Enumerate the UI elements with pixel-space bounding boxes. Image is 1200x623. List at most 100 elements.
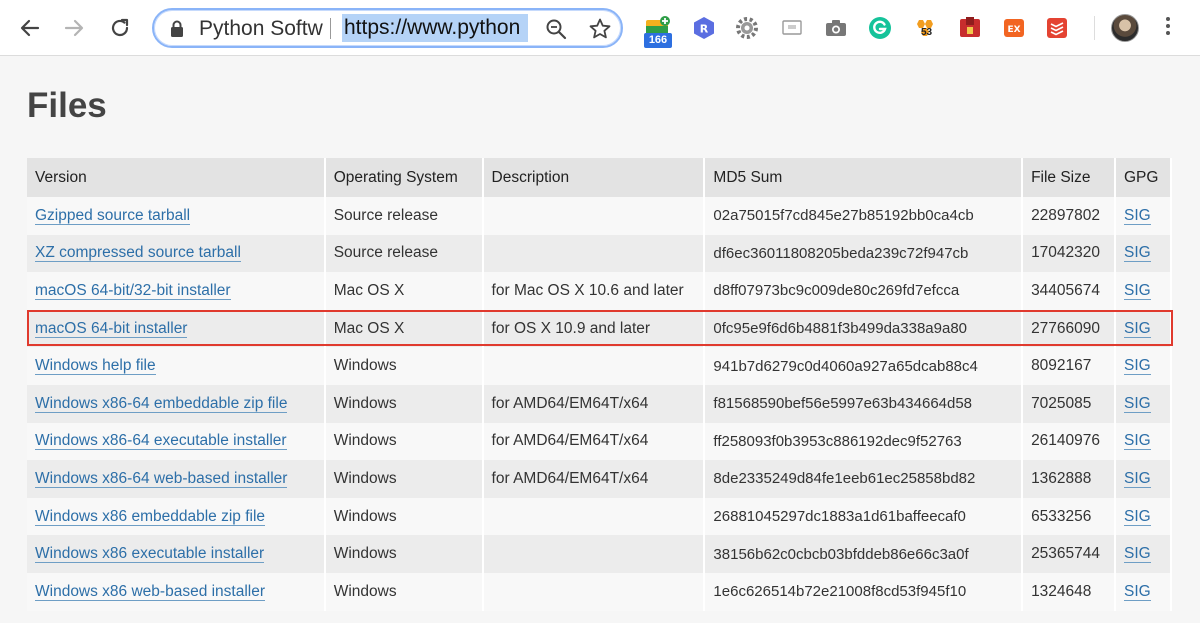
download-link[interactable]: macOS 64-bit/32-bit installer [35,281,231,300]
camera-icon [826,20,846,36]
download-link[interactable]: Windows x86 executable installer [35,545,265,564]
sig-link[interactable]: SIG [1124,281,1151,300]
todoist-icon [1047,18,1067,38]
page-title: Files [27,86,107,125]
gear-icon [736,17,758,39]
header-gpg: GPG [1115,158,1172,197]
cell-size: 8092167 [1022,347,1116,385]
cell-os: Windows [324,384,484,423]
sig-link[interactable]: SIG [1124,582,1151,601]
cell-os: Windows [333,432,397,450]
sig-link[interactable]: SIG [1124,432,1151,451]
download-link[interactable]: Windows x86-64 embeddable zip file [35,394,288,413]
sig-link[interactable]: SIG [1124,244,1151,263]
table-row: Windows x86 executable installer Windows 3… [27,535,1172,573]
address-bar[interactable]: Python Softw https://www.python [152,8,623,48]
cell-md5: 26881045297dc1883a1d61baffeecaf0 [713,508,966,526]
cell-os: Source release [324,197,484,235]
sig-link[interactable]: SIG [1124,357,1151,376]
cell-md5: 38156b62c0cbcb03bfddeb86e66c3a0f [704,535,1024,573]
cell-os: Mac OS X [333,281,405,299]
extension-r[interactable]: R [688,12,720,44]
cell-md5: f81568590bef56e5997e63b434664d58 [713,395,973,413]
sig-link[interactable]: SIG [1124,545,1151,564]
sig-link[interactable]: SIG [1124,507,1151,526]
cell-size: 22897802 [1022,197,1116,235]
hexagon-r-icon: R [694,17,714,39]
cell-md5: d8ff07973bc9c009de80c269fd7efcca [713,282,960,300]
extension-settings[interactable] [731,12,763,44]
cell-description: for AMD64/EM64T/x64 [482,384,706,423]
header-md5: MD5 Sum [704,158,1024,197]
cell-gpg: SIG [1115,572,1172,611]
cell-size: 26140976 [1031,432,1101,450]
download-link[interactable]: Windows x86 embeddable zip file [35,507,266,526]
arrow-right-icon [64,19,84,37]
sig-link[interactable]: SIG [1124,469,1151,488]
extension-todoist[interactable] [1041,12,1073,44]
table-row: Windows x86 embeddable zip file Windows 26… [27,497,1172,536]
site-identity[interactable]: Python Softw [199,17,324,41]
cell-size: 34405674 [1022,272,1116,310]
forward-button[interactable] [58,12,90,44]
cell-gpg: SIG [1115,197,1172,235]
extension-grammarly[interactable] [864,12,896,44]
download-link[interactable]: macOS 64-bit installer [35,319,188,338]
cell-size: 6533256 [1031,507,1092,525]
extension-ex[interactable]: EX [998,12,1030,44]
files-table: Version Operating System Description MD5… [27,158,1172,611]
sig-link[interactable]: SIG [1124,319,1151,338]
cell-description [482,497,706,536]
cell-description [482,535,706,573]
back-button[interactable] [14,12,46,44]
cell-version: Windows x86-64 embeddable zip file [27,384,326,423]
cell-description: for Mac OS X 10.6 and later [482,272,706,310]
cell-version: Windows x86 executable installer [27,535,326,573]
grammarly-icon [869,17,891,39]
zoom-icon[interactable] [545,18,567,40]
browser-menu-button[interactable] [1160,14,1176,42]
table-row: Windows x86 web-based installer Windows 1e… [27,572,1172,611]
header-description: Description [482,158,706,197]
svg-text:EX: EX [1007,25,1020,35]
menu-dot-icon [1166,31,1170,35]
extension-screen[interactable] [776,12,808,44]
cell-version: Windows x86 web-based installer [27,572,326,611]
cell-md5: f81568590bef56e5997e63b434664d58 [704,384,1024,423]
cell-os: Mac OS X [324,272,484,310]
cell-description: for AMD64/EM64T/x64 [491,469,649,487]
reload-button[interactable] [104,12,136,44]
cell-os: Windows [333,582,397,600]
cell-description: for AMD64/EM64T/x64 [491,394,649,412]
cell-md5: 26881045297dc1883a1d61baffeecaf0 [704,497,1024,536]
cell-size: 7025085 [1022,384,1116,423]
download-link[interactable]: Windows help file [35,357,156,376]
cell-size: 17042320 [1031,244,1101,262]
cell-gpg: SIG [1115,497,1172,536]
cell-version: Windows x86-64 executable installer [27,422,326,461]
cell-md5: d8ff07973bc9c009de80c269fd7efcca [704,272,1024,310]
monitor-icon [782,20,802,35]
table-row: Windows x86-64 executable installer Windo… [27,422,1172,461]
bookmark-star-icon[interactable] [588,17,612,41]
cell-size: 26140976 [1022,422,1116,461]
extension-lastpass[interactable] [954,12,986,44]
cell-size: 1324648 [1022,572,1116,611]
download-link[interactable]: Windows x86-64 web-based installer [35,469,288,488]
cell-md5: 941b7d6279c0d4060a927a65dcab88c4 [713,357,978,375]
download-link[interactable]: Windows x86-64 executable installer [35,432,287,451]
extension-screenshot[interactable] [820,12,852,44]
sig-link[interactable]: SIG [1124,206,1151,225]
profile-avatar[interactable] [1111,14,1139,42]
cell-size: 22897802 [1031,206,1101,224]
download-link[interactable]: XZ compressed source tarball [35,244,241,263]
download-link[interactable]: Windows x86 web-based installer [35,582,266,601]
omnibox-separator [330,18,331,39]
lock-icon[interactable] [170,20,184,38]
download-link[interactable]: Gzipped source tarball [35,206,191,225]
ex-icon: EX [1004,19,1024,37]
url-text[interactable]: https://www.python [342,14,528,42]
sig-link[interactable]: SIG [1124,394,1151,413]
cell-version: XZ compressed source tarball [27,234,326,273]
cell-gpg: SIG [1115,309,1172,348]
